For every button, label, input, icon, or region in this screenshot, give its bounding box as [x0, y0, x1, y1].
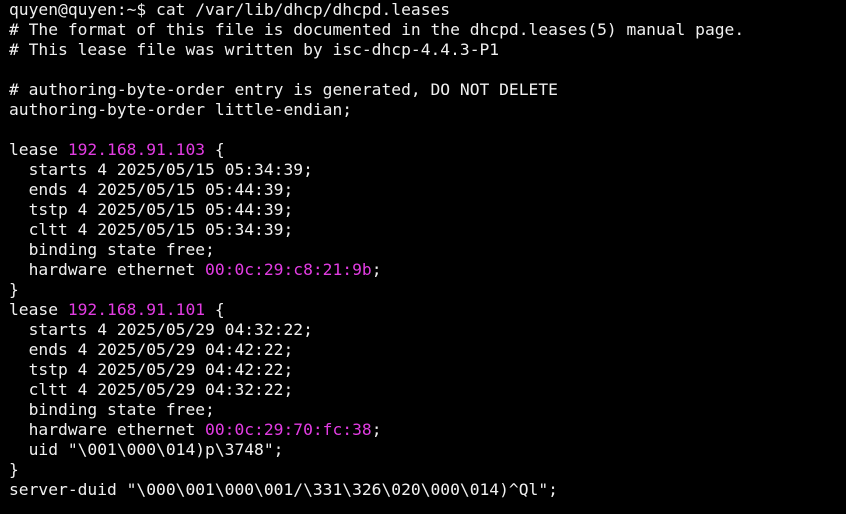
- lease-open-brace: {: [205, 300, 225, 319]
- header-comment-1: # The format of this file is documented …: [9, 20, 745, 39]
- lease-ends: ends 4 2025/05/15 05:44:39;: [9, 180, 294, 199]
- authoring-byte-order-line: authoring-byte-order little-endian;: [9, 100, 353, 119]
- hardware-suffix: ;: [371, 420, 382, 439]
- lease-binding-state: binding state free;: [9, 400, 215, 419]
- lease-cltt: cltt 4 2025/05/15 05:34:39;: [9, 220, 294, 239]
- lease-tstp: tstp 4 2025/05/29 04:42:22;: [9, 360, 294, 379]
- lease-hardware-ethernet: hardware ethernet 00:0c:29:c8:21:9b;: [9, 260, 846, 280]
- header-comment-2: # This lease file was written by isc-dhc…: [9, 40, 500, 59]
- hardware-prefix: hardware ethernet: [9, 260, 206, 279]
- authoring-comment: # authoring-byte-order entry is generate…: [9, 80, 558, 99]
- hardware-prefix: hardware ethernet: [9, 420, 206, 439]
- lease-ip-address: 192.168.91.103: [67, 140, 206, 159]
- lease-tstp: tstp 4 2025/05/15 05:44:39;: [9, 200, 294, 219]
- lease-keyword: lease: [9, 140, 68, 159]
- terminal-window[interactable]: quyen@quyen:~$ cat /var/lib/dhcp/dhcpd.l…: [0, 0, 846, 514]
- shell-prompt: quyen@quyen:~$: [9, 0, 157, 19]
- lease-header: lease 192.168.91.103 {: [9, 140, 846, 160]
- lease-close-brace: }: [9, 280, 19, 299]
- hardware-suffix: ;: [371, 260, 382, 279]
- lease-starts: starts 4 2025/05/15 05:34:39;: [9, 160, 313, 179]
- mac-address: 00:0c:29:c8:21:9b: [205, 260, 372, 279]
- server-duid-line: server-duid "\000\001\000\001/\331\326\0…: [9, 480, 558, 499]
- mac-address: 00:0c:29:70:fc:38: [205, 420, 372, 439]
- lease-hardware-ethernet: hardware ethernet 00:0c:29:70:fc:38;: [9, 420, 846, 440]
- lease-close-brace: }: [9, 460, 19, 479]
- lease-starts: starts 4 2025/05/29 04:32:22;: [9, 320, 313, 339]
- lease-binding-state: binding state free;: [9, 240, 215, 259]
- lease-ends: ends 4 2025/05/29 04:42:22;: [9, 340, 294, 359]
- lease-open-brace: {: [205, 140, 225, 159]
- lease-header: lease 192.168.91.101 {: [9, 300, 846, 320]
- lease-cltt: cltt 4 2025/05/29 04:32:22;: [9, 380, 294, 399]
- command-line: quyen@quyen:~$ cat /var/lib/dhcp/dhcpd.l…: [9, 0, 846, 20]
- command-text: cat /var/lib/dhcp/dhcpd.leases: [156, 0, 451, 19]
- lease-uid: uid "\001\000\014)p\3748";: [9, 440, 284, 459]
- lease-ip-address: 192.168.91.101: [67, 300, 206, 319]
- lease-keyword: lease: [9, 300, 68, 319]
